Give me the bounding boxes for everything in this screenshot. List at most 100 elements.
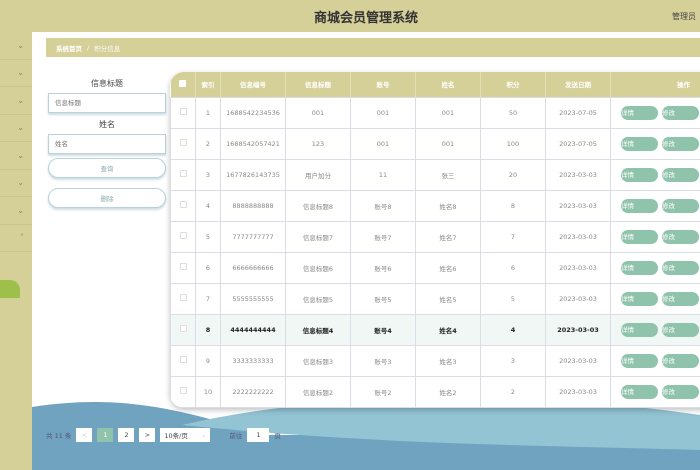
table-cell: 姓名8 — [415, 189, 481, 222]
table-cell: 信息标题8 — [285, 189, 351, 222]
table-cell: 6 — [480, 251, 546, 284]
edit-button[interactable]: 修改 — [662, 322, 699, 337]
checkbox-icon — [179, 201, 187, 208]
detail-button[interactable]: 详情 — [621, 105, 658, 120]
sidebar-menu-item[interactable]: ⌄ — [0, 197, 32, 225]
row-checkbox[interactable] — [170, 282, 196, 315]
breadcrumb: 系统首页 / 积分信息 — [46, 38, 700, 57]
select-all-checkbox[interactable] — [170, 72, 196, 97]
sidebar-menu-item[interactable]: ⌄ — [0, 60, 32, 87]
sidebar-menu-item[interactable]: ⌄ — [0, 142, 32, 170]
row-checkbox[interactable] — [170, 375, 196, 408]
row-checkbox[interactable] — [170, 313, 196, 346]
column-header: 信息标题 — [285, 72, 351, 97]
edit-button[interactable]: 修改 — [662, 136, 699, 151]
user-name[interactable]: 管理员 — [672, 11, 696, 22]
table-cell: 001 — [285, 96, 351, 129]
name-input[interactable] — [48, 134, 166, 154]
row-checkbox[interactable] — [170, 220, 196, 253]
actions-cell: 详情 修改 — [610, 96, 700, 129]
detail-button[interactable]: 详情 — [621, 291, 658, 306]
row-checkbox[interactable] — [170, 251, 196, 284]
table-row: 6 6666666666 信息标题6 账号6 姓名6 6 2023-03-03 详情 修改 — [170, 251, 700, 284]
table-cell: 7777777777 — [220, 220, 286, 253]
sidebar-menu-item[interactable]: ⌄ — [0, 87, 32, 115]
table-cell: 001 — [415, 127, 481, 160]
sidebar-menu-item[interactable]: ⌄ — [0, 32, 32, 60]
breadcrumb-home[interactable]: 系统首页 — [56, 43, 82, 53]
table-cell: 001 — [350, 127, 416, 160]
page-size-select[interactable]: 10条/页 ⌄ — [160, 428, 211, 442]
edit-button[interactable]: 修改 — [662, 260, 699, 275]
title-label: 信息标题 — [91, 79, 123, 88]
table-cell: 账号5 — [350, 282, 416, 315]
detail-button[interactable]: 详情 — [621, 260, 658, 275]
column-header: 索引 — [195, 72, 221, 97]
page-2-button[interactable]: 2 — [118, 428, 135, 442]
table-cell: 001 — [415, 96, 481, 129]
table-row: 3 1677826143735 用户加分 11 张三 20 2023-03-03 详情 修改 — [170, 158, 700, 191]
checkbox-icon — [179, 108, 187, 115]
title-input[interactable] — [48, 93, 166, 113]
sidebar-decoration — [0, 280, 20, 298]
column-header: 积分 — [480, 72, 546, 97]
chevron-down-icon: ⌄ — [200, 431, 207, 439]
checkbox-icon — [179, 79, 187, 87]
table-row: 7 5555555555 信息标题5 账号5 姓名5 5 2023-03-03 详情 修改 — [170, 282, 700, 315]
edit-button[interactable]: 修改 — [662, 384, 699, 399]
detail-button[interactable]: 详情 — [621, 136, 658, 151]
table-cell: 账号6 — [350, 251, 416, 284]
actions-cell: 详情 修改 — [610, 220, 700, 253]
detail-button[interactable]: 详情 — [621, 322, 658, 337]
table-cell: 信息标题5 — [285, 282, 351, 315]
row-checkbox[interactable] — [170, 189, 196, 222]
checkbox-icon — [179, 139, 187, 146]
sidebar-menu-item[interactable]: ˄ — [0, 225, 32, 252]
table-cell: 1 — [195, 96, 221, 129]
chevron-down-icon: ⌄ — [17, 68, 24, 78]
table-cell: 2023-03-03 — [545, 251, 611, 284]
row-checkbox[interactable] — [170, 344, 196, 377]
table-cell: 姓名2 — [415, 375, 481, 408]
detail-button[interactable]: 详情 — [621, 167, 658, 182]
table-cell: 5 — [195, 220, 221, 253]
chevron-down-icon: ⌄ — [17, 150, 24, 160]
table-cell: 11 — [350, 158, 416, 191]
table-cell: 账号4 — [350, 313, 416, 346]
query-button[interactable]: 查询 — [48, 158, 166, 178]
checkbox-icon — [179, 170, 187, 177]
table-cell: 8 — [195, 313, 221, 346]
data-table: 索引 信息编号 信息标题 账号 姓名 积分 发送日期 操作 1 1688542234536 001… — [170, 72, 700, 408]
table-cell: 2023-03-03 — [545, 282, 611, 315]
goto-input[interactable]: 1 — [247, 428, 270, 442]
edit-button[interactable]: 修改 — [662, 291, 699, 306]
next-page-button[interactable]: > — [139, 428, 156, 442]
table-cell: 20 — [480, 158, 546, 191]
detail-button[interactable]: 详情 — [621, 198, 658, 213]
chevron-down-icon: ⌄ — [17, 123, 24, 133]
edit-button[interactable]: 修改 — [662, 229, 699, 244]
table-cell: 姓名7 — [415, 220, 481, 253]
sidebar-menu-item[interactable]: ⌄ — [0, 170, 32, 197]
detail-button[interactable]: 详情 — [621, 229, 658, 244]
sidebar-menu-item[interactable]: ⌄ — [0, 115, 32, 142]
row-checkbox[interactable] — [170, 127, 196, 160]
app-title: 商城会员管理系统 — [313, 10, 418, 26]
actions-cell: 详情 修改 — [610, 282, 700, 315]
row-checkbox[interactable] — [170, 158, 196, 191]
table-cell: 8 — [480, 189, 546, 222]
edit-button[interactable]: 修改 — [662, 105, 699, 120]
edit-button[interactable]: 修改 — [662, 198, 699, 213]
edit-button[interactable]: 修改 — [662, 167, 699, 182]
detail-button[interactable]: 详情 — [621, 384, 658, 399]
edit-button[interactable]: 修改 — [662, 353, 699, 368]
table-cell: 账号8 — [350, 189, 416, 222]
actions-cell: 详情 修改 — [610, 251, 700, 284]
search-form: 信息标题 姓名 查询 删除 — [48, 76, 166, 218]
detail-button[interactable]: 详情 — [621, 353, 658, 368]
table-cell: 3 — [480, 344, 546, 377]
prev-page-button[interactable]: < — [76, 428, 93, 442]
page-1-button[interactable]: 1 — [97, 428, 114, 442]
row-checkbox[interactable] — [170, 96, 196, 129]
delete-button[interactable]: 删除 — [48, 188, 166, 208]
